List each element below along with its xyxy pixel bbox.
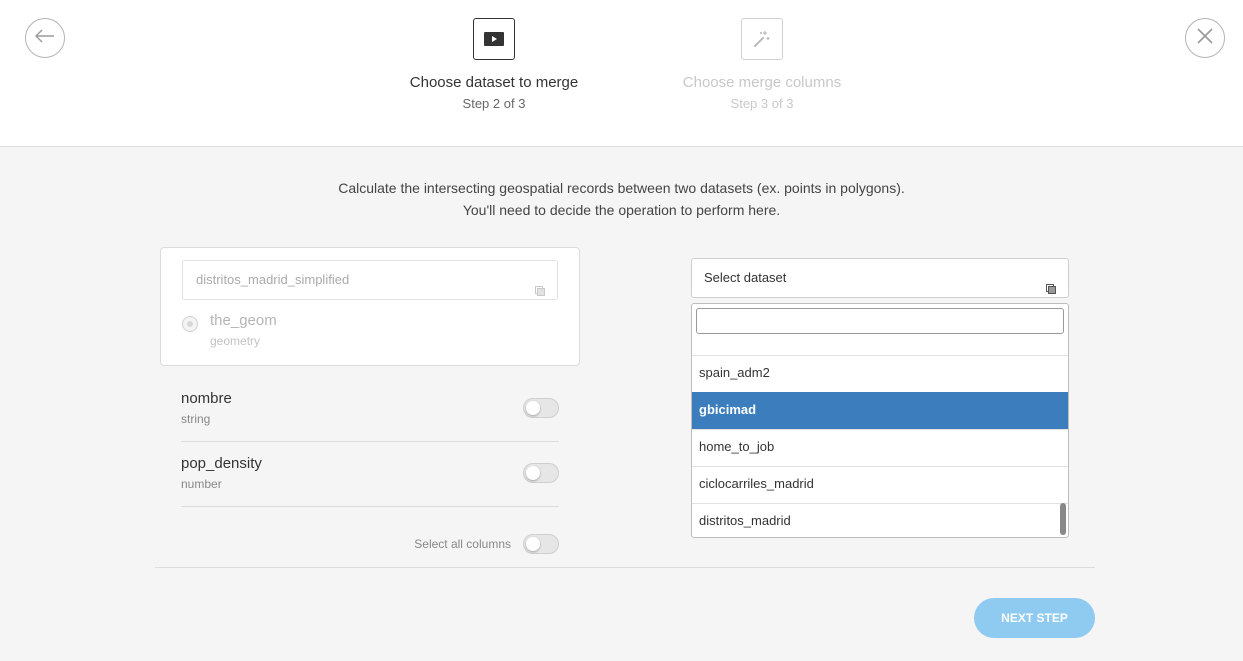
geometry-column-type: geometry — [210, 334, 261, 348]
close-icon — [1196, 27, 1214, 50]
operation-description: Calculate the intersecting geospatial re… — [0, 177, 1243, 221]
description-line: You'll need to decide the operation to p… — [462, 202, 781, 218]
column-toggle-nombre[interactable] — [523, 398, 559, 418]
dataset-option[interactable]: home_to_job — [692, 429, 1068, 466]
column-name: pop_density — [181, 455, 262, 472]
target-dataset-select[interactable]: Select dataset — [691, 258, 1069, 298]
select-all-toggle[interactable] — [523, 534, 559, 554]
divider — [155, 567, 1095, 568]
step-title: Choose merge columns — [682, 74, 842, 91]
target-dataset-placeholder: Select dataset — [704, 270, 787, 285]
step-subtitle: Step 3 of 3 — [730, 96, 794, 111]
step-choose-dataset: Choose dataset to merge Step 2 of 3 — [384, 18, 604, 111]
column-name: nombre — [181, 390, 232, 407]
description-line: Calculate the intersecting geospatial re… — [338, 180, 905, 196]
geometry-column-name: the_geom — [210, 312, 277, 329]
source-dataset-panel: distritos_madrid_simplified the_geom geo… — [160, 247, 580, 366]
column-type: number — [181, 477, 222, 491]
dataset-option[interactable]: spain_adm2 — [692, 355, 1068, 392]
dataset-option[interactable]: distritos_madrid — [692, 503, 1068, 537]
dataset-select-icon — [535, 273, 545, 311]
source-dataset-name: distritos_madrid_simplified — [196, 272, 350, 287]
column-row-nombre: nombre string — [181, 377, 559, 442]
dataset-option-highlighted[interactable]: gbicimad — [692, 392, 1068, 429]
column-toggle-pop-density[interactable] — [523, 463, 559, 483]
step-subtitle: Step 2 of 3 — [462, 96, 526, 111]
dataset-search-input[interactable] — [696, 308, 1064, 334]
column-row-pop-density: pop_density number — [181, 442, 559, 507]
next-step-button[interactable]: NEXT STEP — [974, 598, 1095, 638]
back-button[interactable] — [25, 18, 65, 58]
play-icon — [473, 18, 515, 60]
wizard-header: Choose dataset to merge Step 2 of 3 Choo… — [0, 0, 1243, 147]
column-type: string — [181, 412, 211, 426]
select-all-row: Select all columns — [181, 533, 559, 555]
arrow-left-icon — [35, 29, 55, 48]
dropdown-scrollbar[interactable] — [1060, 503, 1066, 535]
select-all-label: Select all columns — [414, 537, 511, 551]
source-dataset-select: distritos_madrid_simplified — [182, 260, 558, 300]
step-title: Choose dataset to merge — [409, 74, 579, 91]
dataset-option[interactable]: ciclocarriles_madrid — [692, 466, 1068, 503]
geometry-radio — [182, 316, 198, 332]
dataset-dropdown: spain_adm2 gbicimad home_to_job ciclocar… — [691, 303, 1069, 538]
magic-wand-icon — [741, 18, 783, 60]
close-button[interactable] — [1185, 18, 1225, 58]
step-choose-columns: Choose merge columns Step 3 of 3 — [652, 18, 872, 111]
